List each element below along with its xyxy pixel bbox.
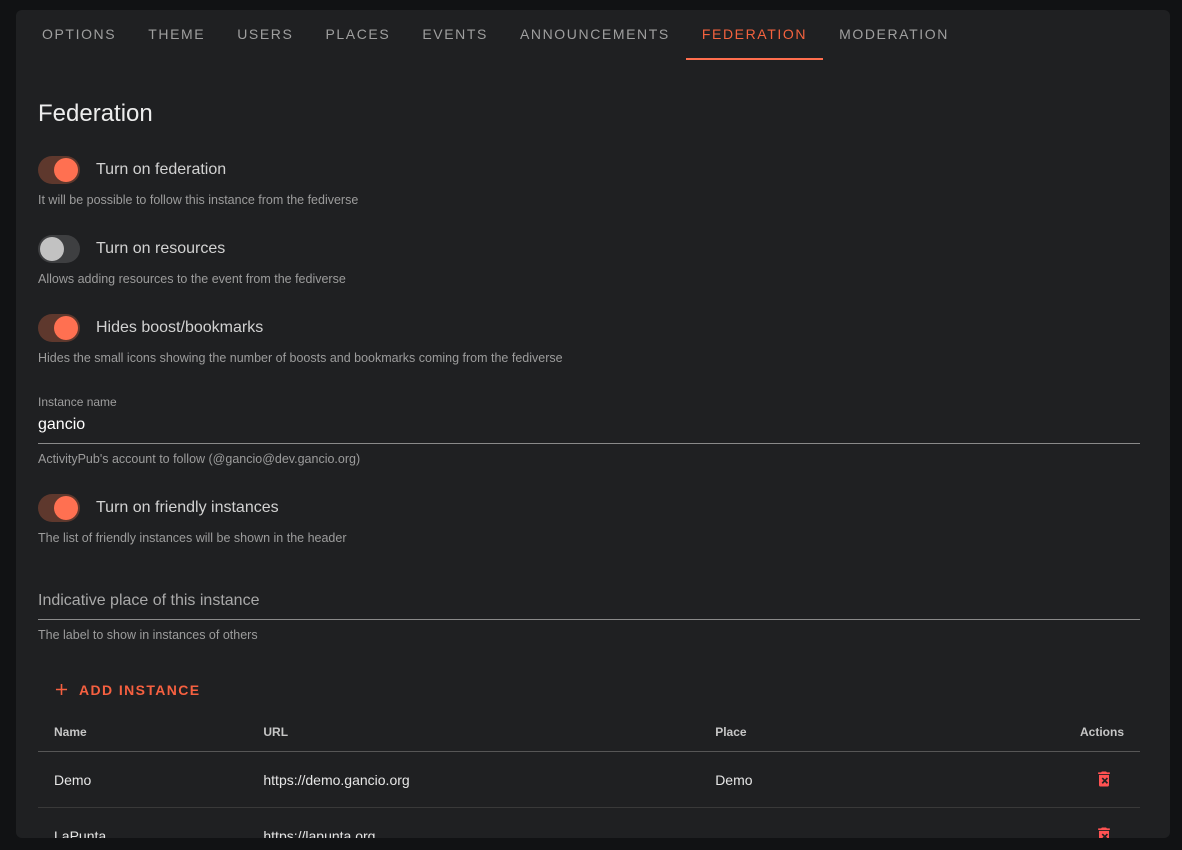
add-instance-button[interactable]: ADD INSTANCE	[42, 674, 211, 705]
tab-federation[interactable]: FEDERATION	[686, 10, 823, 60]
resources-toggle-block: Turn on resources Allows adding resource…	[38, 235, 1140, 286]
instance-name-cell: Demo	[38, 752, 247, 808]
turn-on-resources-toggle[interactable]	[38, 235, 80, 263]
toggle-label: Hides boost/bookmarks	[96, 319, 263, 337]
trash-icon	[1094, 769, 1114, 789]
toggle-hint: The list of friendly instances will be s…	[38, 531, 1140, 545]
table-row: Demo https://demo.gancio.org Demo	[38, 752, 1140, 808]
tab-announcements[interactable]: ANNOUNCEMENTS	[504, 10, 686, 60]
column-header-place: Place	[699, 715, 1052, 752]
instance-place-cell: Demo	[699, 752, 1052, 808]
instance-name-cell: LaPunta	[38, 808, 247, 839]
tab-options[interactable]: OPTIONS	[26, 10, 132, 60]
instance-place-input[interactable]	[38, 589, 1140, 620]
turn-on-friendly-instances-toggle[interactable]	[38, 494, 80, 522]
boost-toggle-block: Hides boost/bookmarks Hides the small ic…	[38, 314, 1140, 365]
toggle-label: Turn on friendly instances	[96, 499, 279, 517]
tab-places[interactable]: PLACES	[309, 10, 406, 60]
column-header-url: URL	[247, 715, 699, 752]
delete-instance-button[interactable]	[1092, 823, 1116, 838]
delete-instance-button[interactable]	[1092, 767, 1116, 791]
instance-name-block: Instance name ActivityPub's account to f…	[38, 395, 1140, 466]
toggle-label: Turn on federation	[96, 161, 226, 179]
trusted-instances-table: Name URL Place Actions Demo https://demo…	[38, 715, 1140, 838]
admin-tab-bar: OPTIONS THEME USERS PLACES EVENTS ANNOUN…	[16, 10, 1170, 60]
tab-moderation[interactable]: MODERATION	[823, 10, 965, 60]
tab-users[interactable]: USERS	[221, 10, 309, 60]
toggle-thumb	[54, 316, 78, 340]
plus-icon	[52, 680, 71, 699]
instance-place-hint: The label to show in instances of others	[38, 628, 1140, 642]
column-header-actions: Actions	[1052, 715, 1140, 752]
toggle-thumb	[54, 158, 78, 182]
column-header-name: Name	[38, 715, 247, 752]
tab-events[interactable]: EVENTS	[406, 10, 504, 60]
instance-url-cell: https://demo.gancio.org	[247, 752, 699, 808]
trash-icon	[1094, 825, 1114, 838]
instance-name-input[interactable]	[38, 413, 1140, 444]
instance-place-block: The label to show in instances of others	[38, 589, 1140, 642]
admin-panel-card: OPTIONS THEME USERS PLACES EVENTS ANNOUN…	[16, 10, 1170, 838]
instance-place-cell	[699, 808, 1052, 839]
hides-boost-bookmarks-toggle[interactable]	[38, 314, 80, 342]
toggle-thumb	[54, 496, 78, 520]
toggle-hint: Hides the small icons showing the number…	[38, 351, 1140, 365]
federation-settings-panel: Federation Turn on federation It will be…	[16, 60, 1170, 838]
add-instance-label: ADD INSTANCE	[79, 682, 201, 698]
page-title: Federation	[38, 100, 1140, 128]
federation-toggle-block: Turn on federation It will be possible t…	[38, 156, 1140, 207]
table-row: LaPunta https://lapunta.org	[38, 808, 1140, 839]
toggle-hint: It will be possible to follow this insta…	[38, 193, 1140, 207]
friendly-toggle-block: Turn on friendly instances The list of f…	[38, 494, 1140, 545]
instance-name-hint: ActivityPub's account to follow (@gancio…	[38, 452, 1140, 466]
instance-url-cell: https://lapunta.org	[247, 808, 699, 839]
instance-name-label: Instance name	[38, 395, 1140, 409]
turn-on-federation-toggle[interactable]	[38, 156, 80, 184]
toggle-label: Turn on resources	[96, 240, 225, 258]
tab-theme[interactable]: THEME	[132, 10, 221, 60]
toggle-thumb	[40, 237, 64, 261]
toggle-hint: Allows adding resources to the event fro…	[38, 272, 1140, 286]
